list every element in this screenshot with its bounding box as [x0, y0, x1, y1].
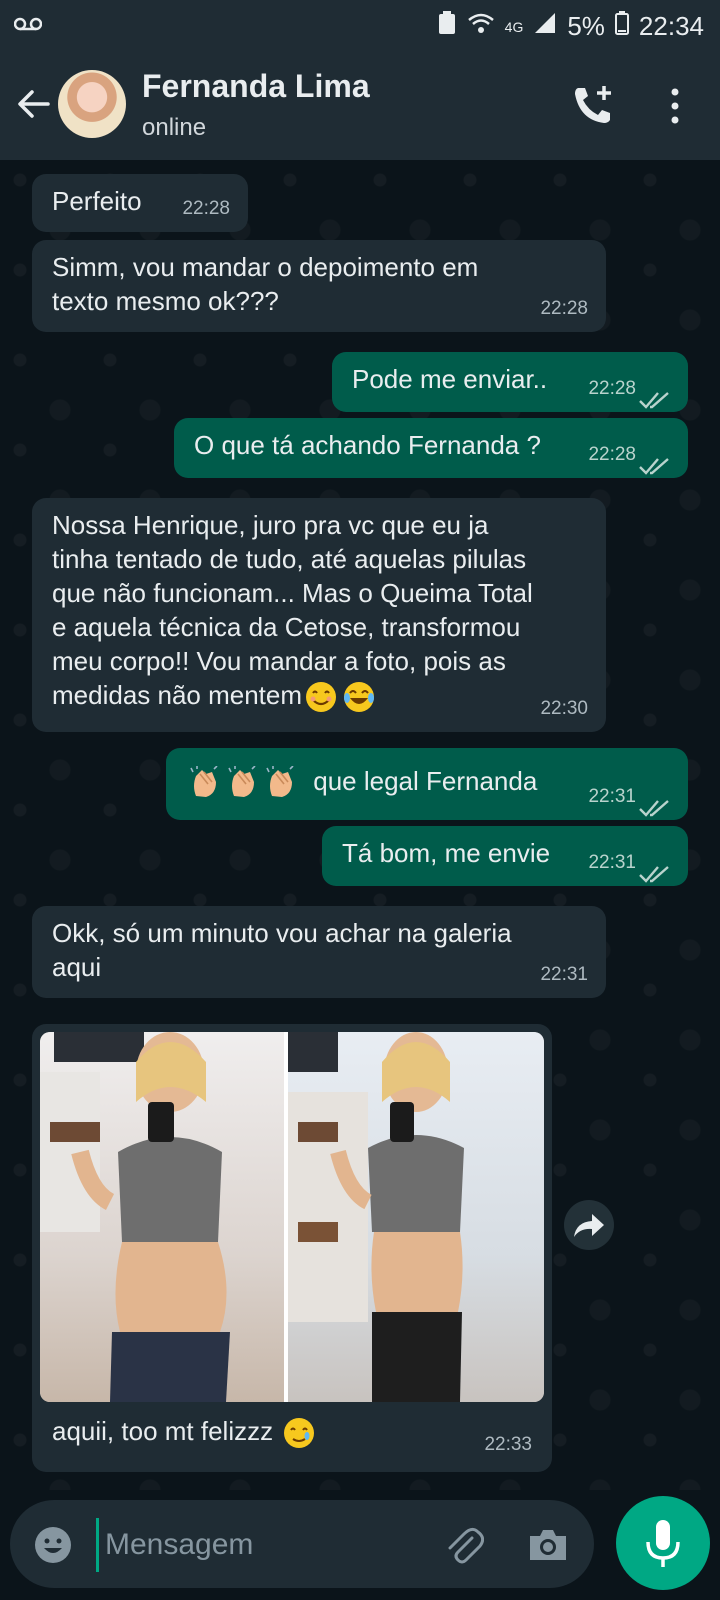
message-text: Simm, vou mandar o depoimento em texto m…	[52, 252, 479, 316]
message-incoming-image[interactable]: aquii, too mt felizzz 22:33	[32, 1024, 552, 1472]
status-bar: 4G 5% 22:34	[0, 0, 720, 52]
message-time: 22:31	[588, 786, 636, 807]
message-text: Okk, só um minuto vou achar na galeria a…	[52, 918, 512, 982]
smiling-face-with-tear-emoji	[280, 1416, 318, 1449]
message-time: 22:28	[588, 378, 636, 399]
message-text: que legal Fernanda	[313, 766, 538, 796]
message-input[interactable]	[96, 1518, 437, 1572]
message-time: 22:28	[182, 198, 230, 219]
photo-after	[288, 1032, 544, 1402]
clapping-hands-emoji	[224, 766, 262, 798]
photo-before	[40, 1032, 284, 1402]
back-arrow-icon[interactable]	[14, 84, 54, 124]
voicemail-icon	[13, 12, 43, 38]
battery-icon	[614, 11, 629, 42]
battery-level: 5%	[567, 11, 605, 41]
message-time: 22:28	[588, 444, 636, 465]
message-text: Nossa Henrique, juro pra vc que eu ja ti…	[52, 510, 533, 710]
message-list[interactable]: Perfeito 22:28 Simm, vou mandar o depoim…	[0, 160, 720, 1490]
clapping-hands-emoji	[186, 766, 224, 798]
microphone-icon	[646, 1520, 680, 1567]
contact-avatar[interactable]	[58, 70, 126, 138]
message-incoming[interactable]: Simm, vou mandar o depoimento em texto m…	[32, 240, 606, 332]
read-receipt-icon	[638, 792, 672, 817]
message-outgoing[interactable]: O que tá achando Fernanda ? 22:28	[174, 418, 688, 478]
smiling-face-emoji	[302, 680, 340, 713]
message-time: 22:31	[540, 964, 588, 985]
message-time: 22:28	[540, 298, 588, 319]
read-receipt-icon	[638, 450, 672, 475]
read-receipt-icon	[638, 858, 672, 883]
before-after-photo[interactable]	[40, 1032, 544, 1402]
read-receipt-icon	[638, 384, 672, 409]
more-options-icon[interactable]	[660, 86, 690, 126]
message-incoming[interactable]: Okk, só um minuto vou achar na galeria a…	[32, 906, 606, 998]
message-text: Perfeito	[52, 186, 142, 216]
tears-of-joy-emoji	[340, 680, 378, 713]
clapping-hands-emoji	[262, 766, 300, 798]
image-caption: aquii, too mt felizzz	[52, 1416, 318, 1450]
message-text: O que tá achando Fernanda ?	[194, 430, 541, 460]
wifi-icon	[467, 11, 495, 42]
camera-icon[interactable]	[526, 1524, 570, 1566]
message-text: Pode me enviar..	[352, 364, 548, 394]
contact-presence: online	[142, 114, 207, 141]
emoji-icon[interactable]	[32, 1524, 74, 1566]
signal-icon	[533, 11, 557, 42]
forward-button[interactable]	[564, 1200, 614, 1250]
clock: 22:34	[638, 11, 704, 41]
message-incoming[interactable]: Perfeito 22:28	[32, 174, 248, 232]
message-text: Tá bom, me envie	[342, 838, 551, 868]
add-call-icon[interactable]	[570, 82, 616, 128]
voice-message-button[interactable]	[616, 1496, 710, 1590]
message-time: 22:30	[540, 698, 588, 719]
message-composer	[10, 1500, 594, 1588]
attach-icon[interactable]	[442, 1524, 485, 1566]
message-outgoing[interactable]: Tá bom, me envie 22:31	[322, 826, 688, 886]
battery-saver-icon	[437, 10, 457, 43]
contact-name[interactable]: Fernanda Lima	[142, 68, 370, 105]
message-outgoing[interactable]: que legal Fernanda 22:31	[166, 748, 688, 820]
network-type: 4G	[504, 18, 524, 35]
forward-arrow-icon	[574, 1214, 604, 1237]
chat-header: Fernanda Lima online	[0, 52, 720, 160]
message-time: 22:33	[484, 1434, 532, 1455]
message-outgoing[interactable]: Pode me enviar.. 22:28	[332, 352, 688, 412]
message-time: 22:31	[588, 852, 636, 873]
message-incoming[interactable]: Nossa Henrique, juro pra vc que eu ja ti…	[32, 498, 606, 732]
